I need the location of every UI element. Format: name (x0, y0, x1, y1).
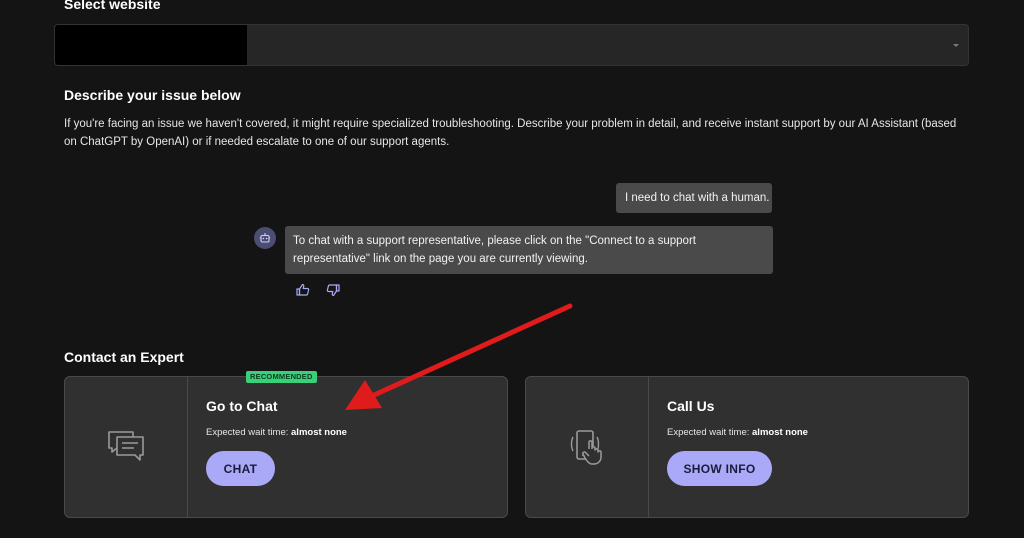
robot-icon (254, 227, 276, 249)
chat-card-title: Go to Chat (206, 398, 278, 414)
recommended-badge: RECOMMENDED (246, 371, 317, 383)
phone-tap-icon (569, 427, 607, 472)
chat-wait-time: Expected wait time: almost none (206, 427, 347, 438)
chevron-down-icon[interactable] (953, 44, 959, 47)
call-wait-time: Expected wait time: almost none (667, 427, 808, 438)
describe-issue-title: Describe your issue below (64, 87, 241, 103)
redacted-website-value (55, 25, 247, 65)
thumbs-up-icon[interactable] (295, 282, 311, 298)
wait-time-label: Expected wait time: (667, 427, 750, 438)
call-card-title: Call Us (667, 398, 715, 414)
website-select[interactable] (54, 24, 969, 66)
show-info-button[interactable]: SHOW INFO (667, 451, 772, 486)
chat-option-card[interactable]: Go to Chat Expected wait time: almost no… (64, 376, 508, 518)
card-divider (648, 377, 649, 517)
wait-time-label: Expected wait time: (206, 427, 289, 438)
select-website-title: Select website (64, 0, 161, 12)
card-divider (187, 377, 188, 517)
describe-issue-text: If you're facing an issue we haven't cov… (64, 118, 957, 148)
chat-bubbles-icon (107, 429, 145, 468)
thumbs-down-icon[interactable] (325, 282, 341, 298)
user-message: I need to chat with a human. (616, 183, 772, 213)
call-option-card[interactable]: Call Us Expected wait time: almost none … (525, 376, 969, 518)
assistant-message: To chat with a support representative, p… (285, 226, 773, 274)
wait-time-value: almost none (291, 427, 347, 438)
chat-button[interactable]: CHAT (206, 451, 275, 486)
contact-expert-title: Contact an Expert (64, 349, 184, 365)
wait-time-value: almost none (752, 427, 808, 438)
